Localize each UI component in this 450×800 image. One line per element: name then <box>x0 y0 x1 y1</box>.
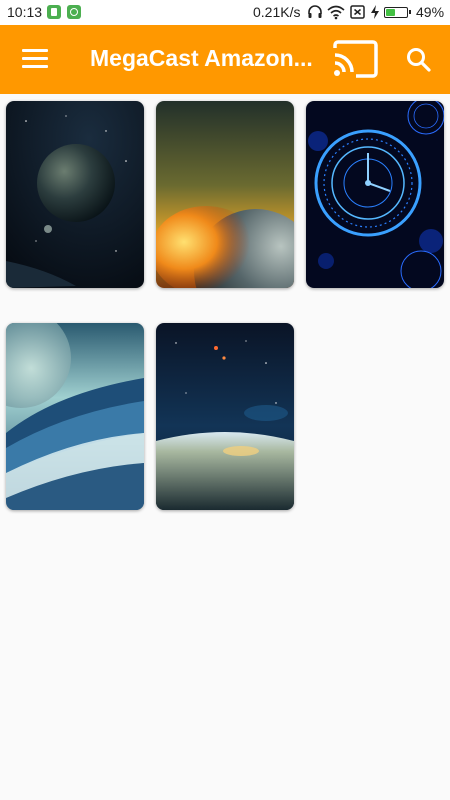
app-title: MegaCast Amazon... <box>90 45 313 71</box>
charging-icon <box>371 5 379 19</box>
wallpaper-thumbnail[interactable] <box>6 323 144 510</box>
cast-icon[interactable] <box>331 39 379 79</box>
planet-space-image <box>6 101 144 288</box>
wallpaper-thumbnail[interactable] <box>6 101 144 288</box>
wallpaper-thumbnail[interactable] <box>156 101 294 288</box>
planet-clouds-image <box>6 323 144 510</box>
menu-icon-line <box>22 65 48 68</box>
headset-icon <box>308 5 322 18</box>
no-sim-icon <box>350 5 365 19</box>
status-time: 10:13 <box>7 4 43 20</box>
battery-percent: 49% <box>416 4 445 20</box>
battery-level-fill <box>386 9 395 16</box>
menu-button[interactable] <box>22 48 48 70</box>
wifi-icon <box>327 5 345 20</box>
blue-clock-image <box>306 101 444 288</box>
menu-icon-line <box>22 57 48 60</box>
search-icon[interactable] <box>405 46 433 74</box>
menu-icon-line <box>22 49 48 52</box>
battery-icon <box>384 7 411 18</box>
status-bar: 10:13 0.21K/s 49% <box>0 0 450 25</box>
android-icon <box>67 5 81 19</box>
wallpaper-thumbnail[interactable] <box>156 323 294 510</box>
app-bar: MegaCast Amazon... <box>0 25 450 94</box>
sim-icon <box>47 5 61 19</box>
wallpaper-thumbnail[interactable] <box>306 101 444 288</box>
network-speed: 0.21K/s <box>253 4 301 20</box>
earth-orbit-image <box>156 323 294 510</box>
burning-planet-image <box>156 101 294 288</box>
